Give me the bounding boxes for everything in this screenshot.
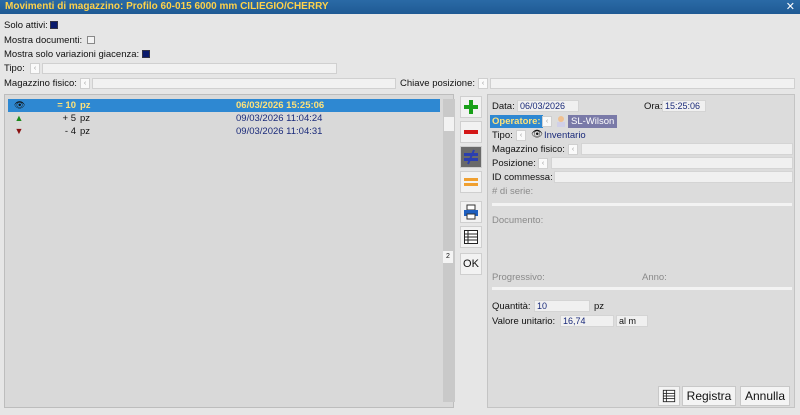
arrow-down-icon: ▼ (14, 126, 24, 136)
tipo-label: Tipo: (4, 63, 25, 74)
mostra-documenti-label: Mostra documenti: (4, 35, 83, 46)
ora-field[interactable]: 15:25:06 (662, 100, 706, 112)
window-title: Movimenti di magazzino: Profilo 60-015 6… (5, 1, 329, 12)
not-equal-icon (464, 149, 478, 165)
separator (492, 203, 792, 206)
movement-qty: = 10 (57, 100, 76, 111)
solo-attivi-checkbox[interactable] (50, 21, 59, 30)
tipo-detail-label: Tipo: (492, 130, 513, 141)
table-view-button[interactable] (460, 226, 482, 248)
tipo-field[interactable] (42, 63, 337, 74)
movement-row[interactable]: ▲ + 5 pz 09/03/2026 11:04:24 (8, 112, 440, 125)
valore-label: Valore unitario: (492, 316, 556, 327)
user-avatar-icon (555, 115, 567, 127)
printer-icon (464, 204, 478, 220)
data-label: Data: (492, 101, 515, 112)
operatore-label: Operatore: (490, 115, 543, 128)
separator (492, 287, 792, 290)
mostra-variazioni-checkbox[interactable] (141, 50, 150, 59)
minus-icon (464, 130, 478, 134)
chiave-posizione-field[interactable] (490, 78, 795, 89)
movement-qty: - 4 (64, 126, 76, 137)
quantita-unit: pz (594, 301, 605, 312)
serie-label: # di serie: (492, 186, 534, 197)
filter-solo-attivi: Solo attivi: (4, 20, 59, 31)
arrow-up-icon: ▲ (14, 113, 24, 123)
magazzino-detail-field[interactable] (581, 143, 793, 155)
posizione-field[interactable] (551, 157, 793, 169)
not-equal-button[interactable] (460, 146, 482, 168)
movement-unit: pz (80, 126, 91, 137)
table-icon (464, 230, 478, 244)
annulla-button[interactable]: Annulla (740, 386, 790, 406)
tipo-detail-picker-button[interactable]: ‹ (516, 130, 526, 141)
solo-attivi-label: Solo attivi: (4, 20, 48, 31)
progressivo-label: Progressivo: (492, 272, 545, 283)
posizione-label: Posizione: (492, 158, 536, 169)
valore-unit: al m (616, 315, 648, 327)
documento-label: Documento: (492, 215, 544, 226)
operatore-picker-button[interactable]: ‹ (542, 116, 552, 127)
movement-unit: pz (80, 113, 91, 124)
quantita-field[interactable]: 10 (534, 300, 590, 312)
magazzino-detail-label: Magazzino fisico: (492, 144, 565, 155)
movement-datetime: 09/03/2026 11:04:31 (236, 126, 323, 137)
registra-button[interactable]: Registra (682, 386, 736, 406)
chiave-posizione-label: Chiave posizione: (400, 78, 475, 89)
table-icon (662, 389, 676, 403)
tipo-picker-button[interactable]: ‹ (30, 63, 40, 74)
equal-icon (464, 178, 478, 186)
magazzino-detail-picker-button[interactable]: ‹ (568, 144, 578, 155)
quantita-label: Quantità: (492, 301, 531, 312)
ora-label: Ora: (644, 101, 663, 112)
grid-button[interactable] (658, 386, 680, 406)
add-button[interactable] (460, 96, 482, 118)
movement-datetime: 09/03/2026 11:04:24 (236, 113, 323, 124)
movement-row[interactable]: 👁 = 10 pz 06/03/2026 15:25:06 (8, 99, 440, 112)
magazzino-fisico-filter-label: Magazzino fisico: (4, 78, 77, 89)
eye-icon: 👁 (531, 129, 544, 140)
print-button[interactable] (460, 201, 482, 223)
movement-unit: pz (80, 100, 91, 111)
window-titlebar: Movimenti di magazzino: Profilo 60-015 6… (0, 0, 800, 14)
movement-detail-panel: Data: 06/03/2026 Ora: 15:25:06 Operatore… (487, 94, 795, 408)
remove-button[interactable] (460, 121, 482, 143)
ok-button[interactable]: OK (460, 253, 482, 275)
chiave-posizione-picker-button[interactable]: ‹ (478, 78, 488, 89)
movement-row[interactable]: ▼ - 4 pz 09/03/2026 11:04:31 (8, 125, 440, 138)
movement-qty: + 5 (62, 113, 76, 124)
list-scroll-marker: 2 (443, 251, 453, 263)
filter-mostra-variazioni: Mostra solo variazioni giacenza: (4, 49, 150, 60)
data-field[interactable]: 06/03/2026 (517, 100, 579, 112)
magazzino-fisico-filter-field[interactable] (92, 78, 396, 89)
close-icon[interactable]: ✕ (786, 0, 795, 14)
scrollbar-thumb[interactable] (444, 117, 454, 131)
commessa-field[interactable] (554, 171, 793, 183)
plus-icon (464, 100, 478, 114)
valore-field[interactable]: 16,74 (560, 315, 614, 327)
operatore-value: SL-Wilson (568, 115, 618, 128)
posizione-picker-button[interactable]: ‹ (538, 158, 548, 169)
movements-list: 👁 = 10 pz 06/03/2026 15:25:06 ▲ + 5 pz 09/03/20… (4, 94, 455, 408)
eye-icon: 👁 (14, 100, 26, 110)
commessa-label: ID commessa: (492, 172, 553, 183)
mostra-variazioni-label: Mostra solo variazioni giacenza: (4, 49, 140, 60)
movement-datetime: 06/03/2026 15:25:06 (236, 100, 325, 111)
mostra-documenti-checkbox[interactable] (86, 36, 95, 45)
equal-button[interactable] (460, 171, 482, 193)
anno-label: Anno: (642, 272, 667, 283)
filter-mostra-documenti: Mostra documenti: (4, 35, 95, 46)
tipo-detail-value: Inventario (544, 130, 586, 141)
magazzino-fisico-picker-button[interactable]: ‹ (80, 78, 90, 89)
